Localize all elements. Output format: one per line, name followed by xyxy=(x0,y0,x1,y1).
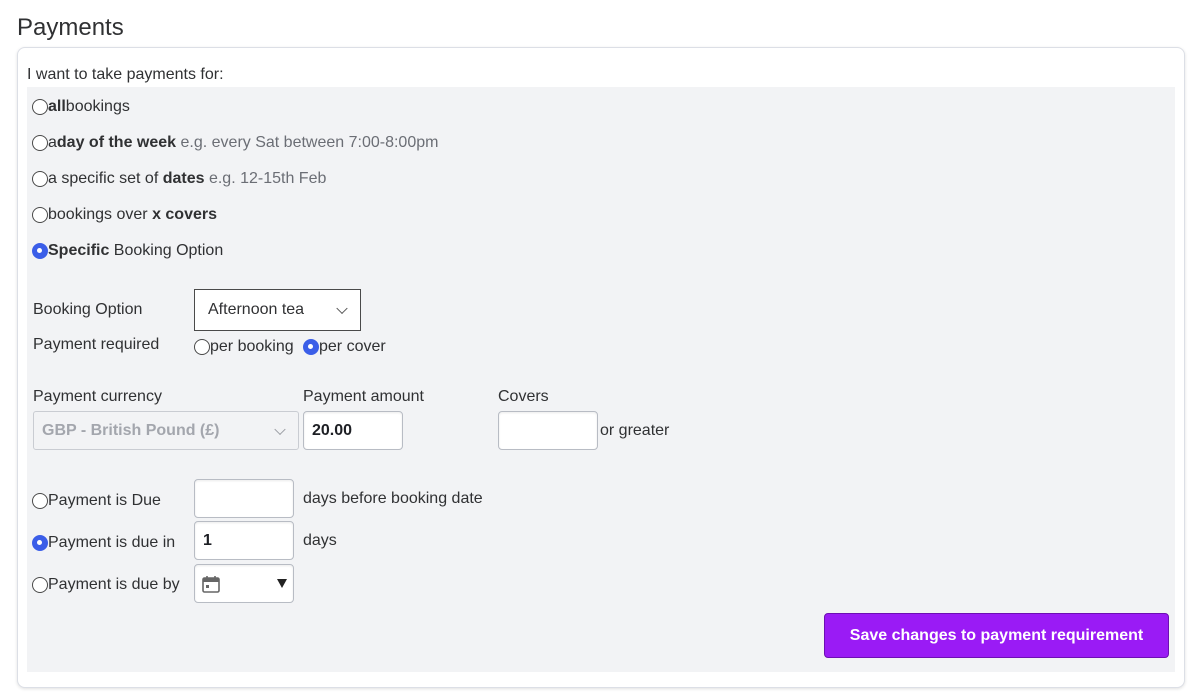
radio-specific-booking[interactable] xyxy=(32,243,48,259)
covers-input[interactable] xyxy=(498,411,598,450)
option-covers-pre: bookings over xyxy=(48,206,153,223)
radio-due-before[interactable] xyxy=(32,493,48,509)
option-covers-bold: x covers xyxy=(152,206,217,223)
option-dates-hint: e.g. 12-15th Feb xyxy=(204,170,327,187)
booking-option-label: Booking Option xyxy=(33,301,143,318)
option-over-covers[interactable]: bookings over x covers xyxy=(32,205,217,225)
covers-label: Covers xyxy=(498,388,549,405)
option-all-bold: all xyxy=(48,98,66,115)
option-specific-booking[interactable]: Specific Booking Option xyxy=(32,241,223,261)
option-specific-bold: Specific xyxy=(48,242,110,259)
dropdown-triangle-icon[interactable] xyxy=(277,579,287,588)
due-option-by[interactable]: Payment is due by xyxy=(32,575,180,595)
radio-all-bookings[interactable] xyxy=(32,99,48,115)
radio-over-covers[interactable] xyxy=(32,207,48,223)
amount-input[interactable]: 20.00 xyxy=(303,411,403,450)
option-day-of-week[interactable]: a day of the week e.g. every Sat between… xyxy=(32,133,438,153)
due-before-label: Payment is Due xyxy=(48,492,161,509)
amount-label: Payment amount xyxy=(303,388,424,405)
save-payment-requirement-button[interactable]: Save changes to payment requirement xyxy=(824,613,1169,658)
radio-per-booking[interactable] xyxy=(194,339,210,355)
radio-due-in[interactable] xyxy=(32,535,48,551)
per-cover-option[interactable]: per cover xyxy=(303,337,386,357)
per-cover-label: per cover xyxy=(319,338,386,355)
radio-due-by[interactable] xyxy=(32,577,48,593)
chevron-down-icon xyxy=(336,302,348,315)
currency-value: GBP - British Pound (£) xyxy=(42,421,220,439)
calendar-icon[interactable] xyxy=(201,574,221,594)
due-in-suffix: days xyxy=(303,532,337,549)
due-option-in[interactable]: Payment is due in xyxy=(32,533,175,553)
option-all-bookings[interactable]: all bookings xyxy=(32,97,130,117)
per-booking-label: per booking xyxy=(210,338,294,355)
option-dates-bold: dates xyxy=(162,170,205,187)
currency-select[interactable]: GBP - British Pound (£) xyxy=(33,411,299,450)
due-in-label: Payment is due in xyxy=(48,534,176,551)
due-in-days-input[interactable]: 1 xyxy=(194,521,294,560)
covers-suffix: or greater xyxy=(600,422,670,439)
option-all-text: bookings xyxy=(65,98,130,115)
option-dates-pre: a specific set of xyxy=(48,170,163,187)
intro-text: I want to take payments for: xyxy=(27,66,224,83)
amount-value: 20.00 xyxy=(312,421,353,439)
radio-specific-dates[interactable] xyxy=(32,171,48,187)
option-day-bold: day of the week xyxy=(56,134,177,151)
booking-option-select[interactable]: Afternoon tea xyxy=(194,289,361,331)
per-booking-option[interactable]: per booking xyxy=(194,337,294,357)
chevron-down-icon xyxy=(274,423,286,435)
due-by-date-picker[interactable] xyxy=(194,564,294,603)
due-days-before-input[interactable] xyxy=(194,479,294,518)
option-day-hint: e.g. every Sat between 7:00-8:00pm xyxy=(176,134,439,151)
due-before-suffix: days before booking date xyxy=(303,490,483,507)
option-day-pre: a xyxy=(48,134,57,151)
radio-per-cover[interactable] xyxy=(303,339,319,355)
due-option-before[interactable]: Payment is Due xyxy=(32,491,161,511)
option-specific-text: Booking Option xyxy=(109,242,224,259)
due-in-days-value: 1 xyxy=(203,531,212,549)
booking-option-value: Afternoon tea xyxy=(208,301,305,318)
radio-day-of-week[interactable] xyxy=(32,135,48,151)
option-specific-dates[interactable]: a specific set of dates e.g. 12-15th Feb xyxy=(32,169,326,189)
due-by-label: Payment is due by xyxy=(48,576,180,593)
payment-required-label: Payment required xyxy=(33,336,160,353)
currency-label: Payment currency xyxy=(33,388,162,405)
page-title: Payments xyxy=(17,14,124,41)
